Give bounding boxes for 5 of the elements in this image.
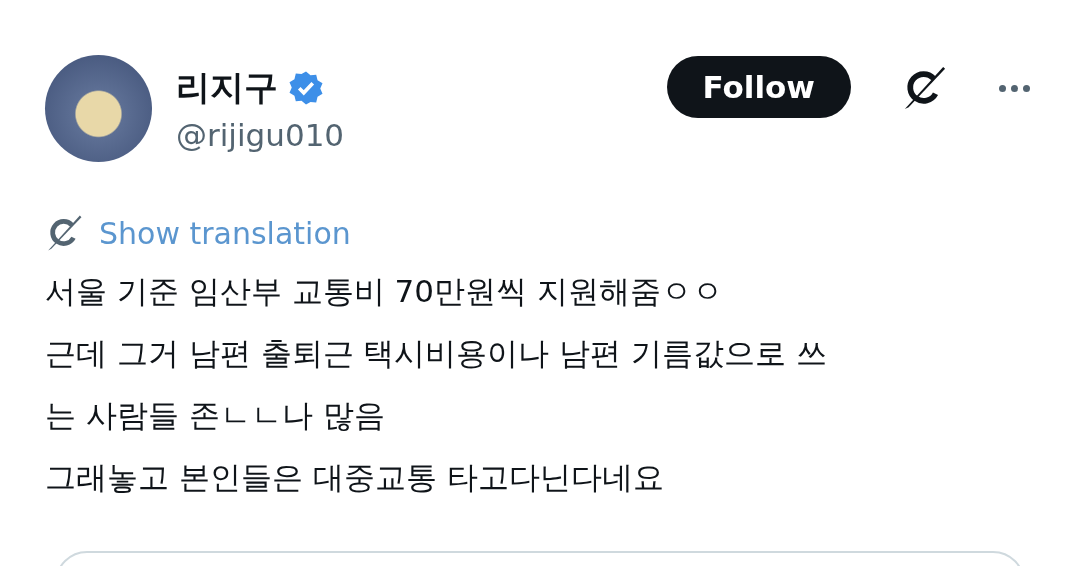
author-name: 리지구 <box>176 65 278 109</box>
tweet-text: 서울 기준 임산부 교통비 70만원씩 지원해줌ㅇㅇ 근데 그거 남편 출퇴근 택시비용이나 남편 기름값으로 쓰 는 사람들 존ㄴㄴ나 많음 그래놓고 본인들은 대중교통 타고다닌다네요 <box>45 272 828 497</box>
more-options-icon[interactable] <box>999 85 1030 92</box>
follow-button[interactable]: Follow <box>666 56 851 118</box>
author-handle: @rijigu010 <box>176 116 346 153</box>
